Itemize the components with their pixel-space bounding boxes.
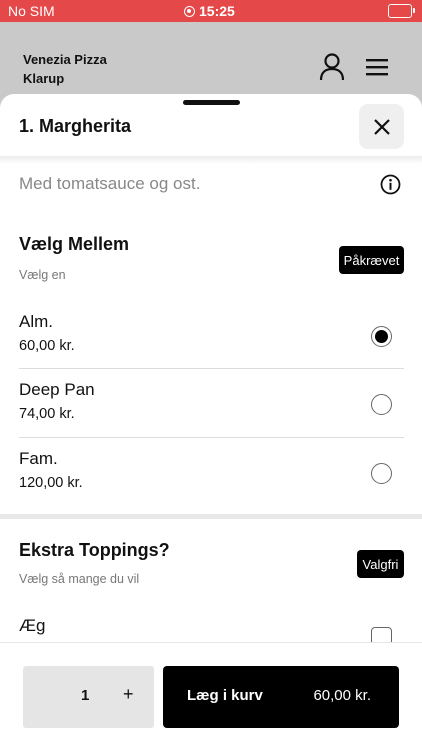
status-bar: No SIM 15:25: [0, 0, 422, 22]
time-label: 15:25: [199, 3, 235, 19]
size-group-title: Vælg Mellem: [19, 234, 130, 254]
title-divider: [0, 156, 422, 164]
product-description: Med tomatsauce og ost.: [19, 174, 201, 193]
radio-selected[interactable]: [371, 326, 392, 347]
radio-unselected[interactable]: [371, 463, 392, 484]
option-price: 60,00 kr.: [19, 338, 75, 354]
radio-unselected[interactable]: [371, 394, 392, 415]
option-name: Fam.: [19, 449, 58, 468]
option-price: 74,00 kr.: [19, 406, 75, 422]
cart-bar: 1 + Læg i kurv 60,00 kr.: [0, 642, 422, 750]
status-clock: 15:25: [184, 3, 235, 19]
quantity-stepper[interactable]: 1 +: [23, 666, 154, 728]
option-price: 120,00 kr.: [19, 475, 83, 491]
size-group-subtitle: Vælg en: [19, 268, 66, 282]
option-name: Alm.: [19, 312, 53, 331]
toppings-group-title: Ekstra Toppings?: [19, 540, 170, 560]
close-icon: [373, 118, 390, 135]
size-option-fam[interactable]: Fam. 120,00 kr.: [19, 439, 404, 507]
option-name: Deep Pan: [19, 380, 95, 399]
carrier-label: No SIM: [8, 3, 55, 19]
size-option-deep-pan[interactable]: Deep Pan 74,00 kr.: [19, 370, 404, 438]
size-option-alm[interactable]: Alm. 60,00 kr.: [19, 302, 404, 370]
divider: [19, 437, 404, 438]
toppings-group-subtitle: Vælg så mange du vil: [19, 572, 140, 586]
product-title: 1. Margherita: [19, 116, 132, 136]
restaurant-name-line1: Venezia Pizza: [23, 52, 107, 67]
add-to-cart-label: Læg i kurv: [187, 687, 263, 704]
required-badge: Påkrævet: [339, 246, 404, 274]
divider: [19, 368, 404, 369]
user-icon[interactable]: [318, 52, 346, 82]
restaurant-name: Venezia Pizza Klarup: [23, 50, 107, 88]
restaurant-location: Klarup: [23, 71, 65, 86]
sheet-grabber[interactable]: [183, 100, 240, 105]
optional-badge: Valgfri: [357, 550, 404, 578]
battery-icon: [388, 4, 415, 18]
menu-icon[interactable]: [366, 58, 388, 76]
increment-button[interactable]: +: [123, 684, 134, 705]
topping-option-aeg[interactable]: Æg: [19, 616, 45, 636]
record-icon: [184, 5, 195, 17]
quantity-value: 1: [81, 687, 90, 704]
section-divider: [0, 514, 422, 519]
add-to-cart-button[interactable]: Læg i kurv 60,00 kr.: [163, 666, 399, 728]
cart-total: 60,00 kr.: [313, 687, 371, 704]
info-icon[interactable]: [380, 174, 401, 195]
close-button[interactable]: [359, 104, 404, 149]
